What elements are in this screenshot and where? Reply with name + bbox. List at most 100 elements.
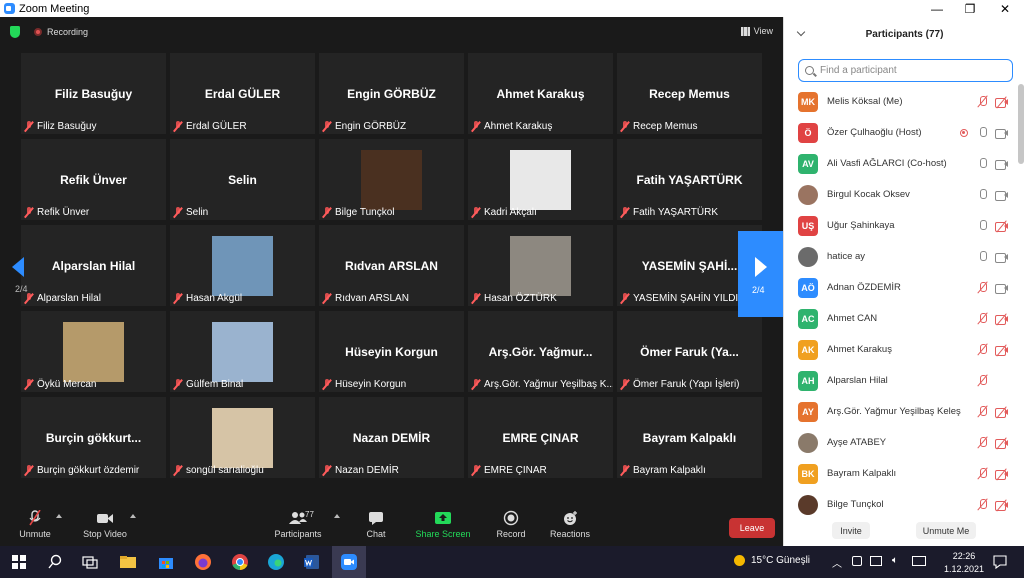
video-tile[interactable]: Recep Memus Recep Memus xyxy=(617,53,762,134)
minimize-button[interactable]: — xyxy=(920,0,954,17)
muted-mic-icon xyxy=(978,468,987,480)
participant-row[interactable]: AK Ahmet Karakuş xyxy=(784,334,1016,365)
video-tile[interactable]: Hasan Akgül xyxy=(170,225,315,306)
video-tile[interactable]: Bilge Tunçkol xyxy=(319,139,464,220)
video-tile[interactable]: EMRE ÇINAR EMRE ÇINAR xyxy=(468,397,613,478)
tile-name-label: Nazan DEMİR xyxy=(322,465,399,476)
muted-mic-icon xyxy=(978,499,987,511)
audio-options-caret-icon[interactable] xyxy=(56,514,62,518)
participant-row[interactable]: AH Alparslan Hilal xyxy=(784,365,1016,396)
tile-name-label: Ahmet Karakuş xyxy=(471,121,552,132)
volume-tray-icon[interactable]: 🔈︎ xyxy=(892,555,898,566)
video-camera-icon xyxy=(995,159,1008,170)
network-tray-icon[interactable] xyxy=(870,556,882,566)
zoom-taskbar-button[interactable] xyxy=(332,546,366,578)
tile-display-name: Refik Ünver xyxy=(60,173,127,187)
video-tile[interactable]: Filiz Basuğuy Filiz Basuğuy xyxy=(21,53,166,134)
stop-video-button[interactable]: Stop Video xyxy=(82,510,128,539)
maximize-button[interactable]: ❐ xyxy=(953,0,987,17)
taskbar-search-icon[interactable] xyxy=(46,553,64,571)
recording-indicator[interactable]: Recording xyxy=(34,27,88,37)
video-camera-icon xyxy=(96,510,114,526)
participants-options-caret-icon[interactable] xyxy=(334,514,340,518)
unmute-me-button[interactable]: Unmute Me xyxy=(916,522,976,539)
muted-mic-icon xyxy=(471,121,481,132)
video-tile[interactable]: Kadri Akçalı xyxy=(468,139,613,220)
record-button[interactable]: Record xyxy=(494,510,528,539)
participant-list-scrollbar[interactable] xyxy=(1018,84,1024,164)
video-tile[interactable]: Refik Ünver Refik Ünver xyxy=(21,139,166,220)
video-tile[interactable]: Ömer Faruk (Ya... Ömer Faruk (Yapı İşleri… xyxy=(617,311,762,392)
video-tile[interactable]: Burçin gökkurt... Burçin gökkurt özdemir xyxy=(21,397,166,478)
participant-row[interactable]: Bilge Tunçkol xyxy=(784,489,1016,520)
video-tile[interactable]: Arş.Gör. Yağmur... Arş.Gör. Yağmur Yeşilb… xyxy=(468,311,613,392)
participant-status-icons xyxy=(970,498,1008,512)
participant-row[interactable]: MK Melis Köksal (Me) xyxy=(784,86,1016,117)
weather-widget[interactable]: 15°C Güneşli xyxy=(734,555,810,566)
video-tile[interactable]: Hüseyin Korgun Hüseyin Korgun xyxy=(319,311,464,392)
tile-name-label: Bilge Tunçkol xyxy=(322,207,394,218)
video-tile[interactable]: Nazan DEMİR Nazan DEMİR xyxy=(319,397,464,478)
onedrive-tray-icon[interactable] xyxy=(852,556,862,566)
video-tile[interactable]: Hasan ÖZTÜRK xyxy=(468,225,613,306)
muted-mic-icon xyxy=(978,375,987,387)
video-tile[interactable]: Öykü Mercan xyxy=(21,311,166,392)
participant-row[interactable]: AC Ahmet CAN xyxy=(784,303,1016,334)
participant-search-input[interactable]: Find a participant xyxy=(798,59,1013,82)
tile-display-name: Rıdvan ARSLAN xyxy=(345,259,438,273)
participant-row[interactable]: AY Arş.Gör. Yağmur Yeşilbaş Keleş xyxy=(784,396,1016,427)
microsoft-store-icon[interactable] xyxy=(157,553,175,571)
next-page-button[interactable]: 2/4 xyxy=(738,231,783,317)
participant-name: Arş.Gör. Yağmur Yeşilbaş Keleş xyxy=(827,406,961,417)
firefox-icon[interactable] xyxy=(194,553,212,571)
windows-start-icon[interactable] xyxy=(10,553,28,571)
participant-row[interactable]: AÖ Adnan ÖZDEMİR xyxy=(784,272,1016,303)
video-tile[interactable]: Alparslan Hilal Alparslan Hilal xyxy=(21,225,166,306)
share-screen-button[interactable]: Share Screen xyxy=(414,510,472,539)
reactions-button[interactable]: Reactions xyxy=(548,510,592,539)
participant-row[interactable]: Ö Özer Çulhaoğlu (Host) xyxy=(784,117,1016,148)
participants-button[interactable]: 77 Participants xyxy=(272,510,324,539)
chrome-icon[interactable] xyxy=(231,553,249,571)
encryption-shield-icon[interactable] xyxy=(10,26,20,38)
gallery-grid: Filiz Basuğuy Filiz Basuğuy Erdal GÜLER Erd… xyxy=(21,53,768,483)
video-tile[interactable]: Bayram Kalpaklı Bayram Kalpaklı xyxy=(617,397,762,478)
previous-page-arrow-icon[interactable] xyxy=(12,257,24,277)
video-tile[interactable]: Fatih YAŞARTÜRK Fatih YAŞARTÜRK xyxy=(617,139,762,220)
tray-chevron-icon[interactable]: ︿ xyxy=(832,555,842,570)
chat-button[interactable]: Chat xyxy=(360,510,392,539)
participant-row[interactable]: AV Ali Vasfi AĞLARCI (Co-host) xyxy=(784,148,1016,179)
close-button[interactable]: ✕ xyxy=(988,0,1022,17)
video-options-caret-icon[interactable] xyxy=(130,514,136,518)
video-tile[interactable]: Erdal GÜLER Erdal GÜLER xyxy=(170,53,315,134)
invite-button[interactable]: Invite xyxy=(832,522,870,539)
word-icon[interactable] xyxy=(303,553,321,571)
unmute-button[interactable]: Unmute xyxy=(18,509,52,539)
participant-row[interactable]: hatice ay xyxy=(784,241,1016,272)
video-tile[interactable]: Selin Selin xyxy=(170,139,315,220)
participant-name: Melis Köksal (Me) xyxy=(827,96,903,107)
video-tile[interactable]: Engin GÖRBÜZ Engin GÖRBÜZ xyxy=(319,53,464,134)
video-tile[interactable]: songül sarıalioğlu xyxy=(170,397,315,478)
tile-name: Refik Ünver xyxy=(37,207,90,218)
video-tile[interactable]: Rıdvan ARSLAN Rıdvan ARSLAN xyxy=(319,225,464,306)
collapse-chevron-icon[interactable] xyxy=(796,27,806,37)
taskbar-clock[interactable]: 22:26 1.12.2021 xyxy=(944,550,984,576)
participant-name: Ali Vasfi AĞLARCI (Co-host) xyxy=(827,158,947,169)
leave-button[interactable]: Leave xyxy=(729,518,775,538)
participant-row[interactable]: Ayşe ATABEY xyxy=(784,427,1016,458)
participant-row[interactable]: BK Bayram Kalpaklı xyxy=(784,458,1016,489)
weather-text: 15°C Güneşli xyxy=(751,555,811,566)
video-tile[interactable]: Ahmet Karakuş Ahmet Karakuş xyxy=(468,53,613,134)
file-explorer-icon[interactable] xyxy=(119,553,137,571)
video-tile[interactable]: Gülfem Binal xyxy=(170,311,315,392)
tile-name: Hasan ÖZTÜRK xyxy=(484,293,557,304)
participant-row[interactable]: UŞ Uğur Şahinkaya xyxy=(784,210,1016,241)
task-view-icon[interactable] xyxy=(81,553,99,571)
view-button[interactable]: View xyxy=(740,26,773,36)
edge-icon[interactable] xyxy=(267,553,285,571)
keyboard-tray-icon[interactable] xyxy=(912,556,926,566)
participant-row[interactable]: Birgul Kocak Oksev xyxy=(784,179,1016,210)
notifications-icon[interactable] xyxy=(992,554,1008,570)
tile-name: Recep Memus xyxy=(633,121,698,132)
